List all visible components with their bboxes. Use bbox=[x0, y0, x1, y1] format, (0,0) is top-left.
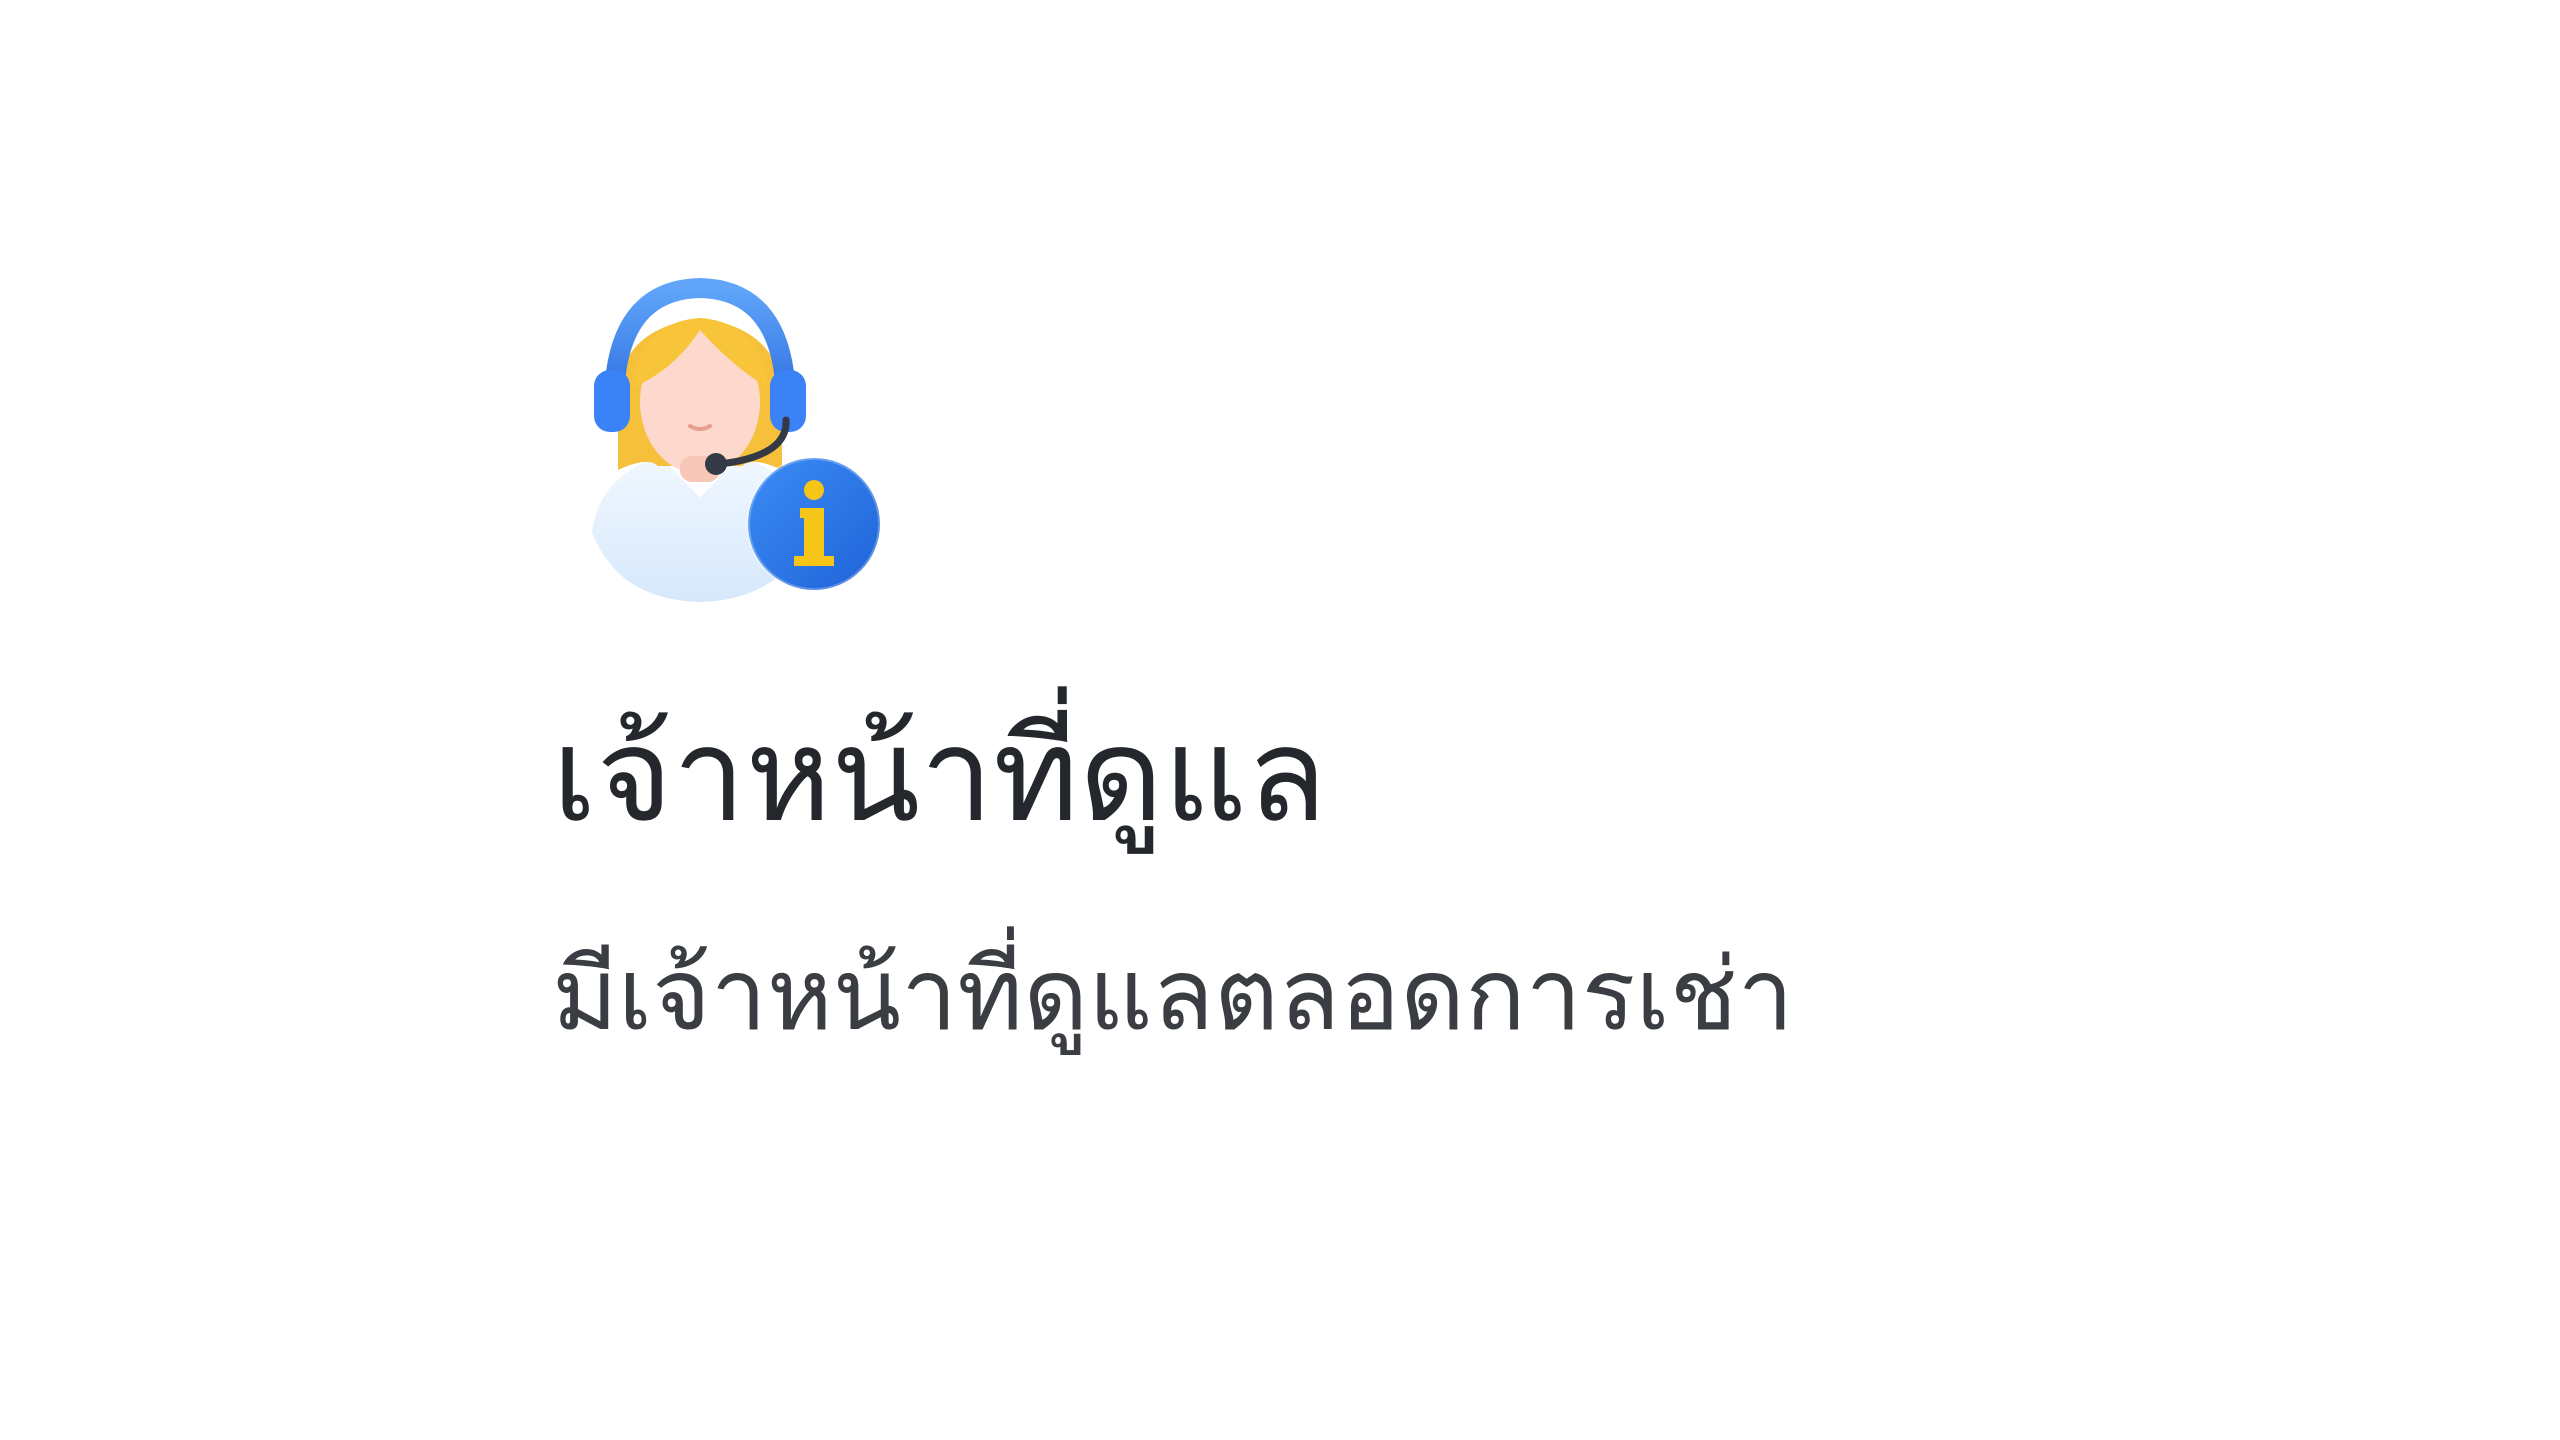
support-agent-info-icon bbox=[582, 270, 892, 610]
page-canvas: เจ้าหน้าที่ดูแล มีเจ้าหน้าที่ดูแลตลอดการ… bbox=[0, 0, 2560, 1440]
feature-description: มีเจ้าหน้าที่ดูแลตลอดการเช่า bbox=[552, 936, 1794, 1053]
feature-card: เจ้าหน้าที่ดูแล มีเจ้าหน้าที่ดูแลตลอดการ… bbox=[552, 270, 2152, 1170]
feature-title: เจ้าหน้าที่ดูแล bbox=[552, 699, 1327, 851]
